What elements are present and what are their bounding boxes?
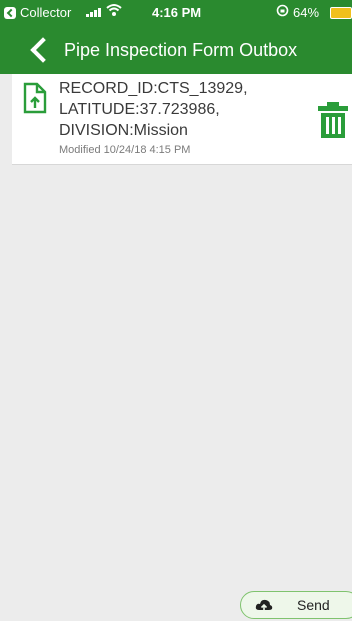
outbox-item[interactable]: RECORD_ID:CTS_13929, LATITUDE:37.723986,…: [12, 74, 352, 165]
page-title: Pipe Inspection Form Outbox: [64, 39, 298, 60]
send-button[interactable]: Send: [240, 591, 352, 619]
back-app-icon: [4, 6, 16, 19]
modified-timestamp: Modified 10/24/18 4:15 PM: [59, 144, 191, 156]
app-screen: Collector 4:16 PM 64% Pipe Inspection Fo…: [0, 0, 352, 621]
trash-icon[interactable]: [316, 101, 350, 139]
wifi-icon: [106, 3, 122, 20]
back-app-label: Collector: [20, 5, 72, 20]
latitude: LATITUDE:37.723986,: [59, 101, 220, 118]
signal-icon: [86, 5, 101, 17]
navigation-bar: Pipe Inspection Form Outbox: [0, 26, 352, 74]
division: DIVISION:Mission: [59, 122, 188, 139]
send-label: Send: [297, 597, 330, 613]
battery-icon: [330, 7, 352, 19]
cloud-upload-icon: [255, 599, 273, 611]
status-time: 4:16 PM: [152, 5, 202, 20]
status-bar: Collector 4:16 PM 64%: [0, 0, 352, 26]
rotation-lock-icon: [276, 4, 289, 20]
chevron-left-icon[interactable]: [30, 37, 56, 63]
back-to-app[interactable]: Collector: [4, 5, 71, 20]
document-upload-icon: [23, 82, 47, 114]
record-id: RECORD_ID:CTS_13929,: [59, 80, 248, 97]
outbox-item-text: RECORD_ID:CTS_13929, LATITUDE:37.723986,…: [59, 78, 309, 156]
battery-percent: 64%: [293, 5, 320, 20]
